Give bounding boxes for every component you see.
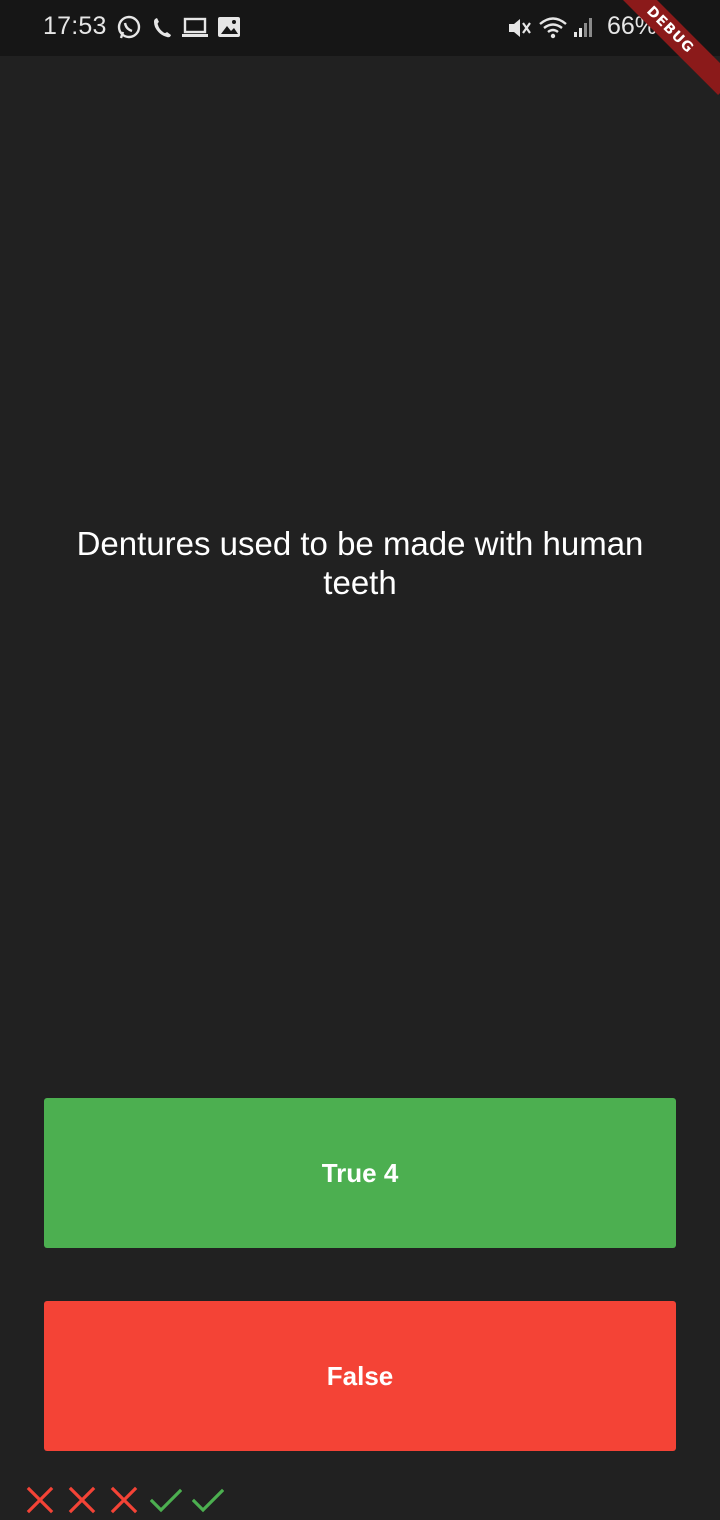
false-button[interactable]: False (44, 1301, 676, 1451)
image-icon (218, 17, 240, 37)
signal-icon (574, 18, 592, 37)
wifi-icon (539, 17, 567, 39)
laptop-icon (182, 17, 208, 37)
question-text: Dentures used to be made with human teet… (76, 525, 644, 601)
phone-icon (154, 18, 171, 38)
score-tracker (24, 1484, 224, 1516)
cross-icon (26, 1486, 54, 1514)
check-icon (150, 1488, 182, 1513)
cross-icon (68, 1486, 96, 1514)
whatsapp-icon (117, 15, 141, 39)
status-bar: 17:53 66% DEBUG (0, 0, 720, 96)
cross-icon (110, 1486, 138, 1514)
status-time: 17:53 (43, 12, 107, 40)
true-button[interactable]: True 4 (44, 1098, 676, 1248)
mute-icon (509, 19, 531, 37)
check-icon (192, 1488, 224, 1513)
